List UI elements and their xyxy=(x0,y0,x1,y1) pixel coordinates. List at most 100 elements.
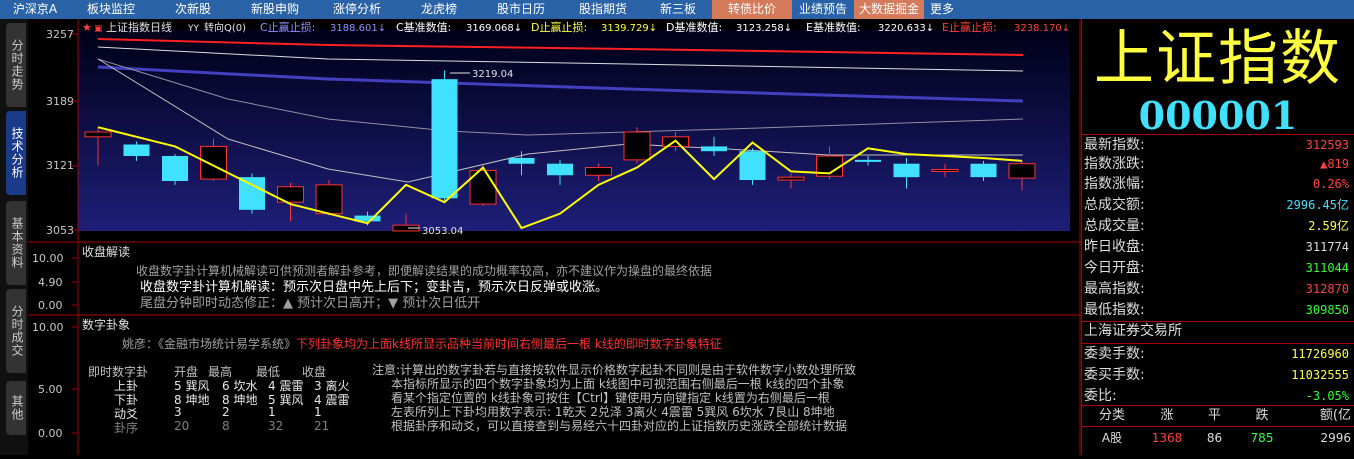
index-name: 上证指数 xyxy=(1094,24,1342,94)
side-tab-technical[interactable]: 技术分析 xyxy=(6,111,26,195)
candle-body xyxy=(162,156,188,181)
e-base-label: E基准数值: xyxy=(806,21,861,34)
row-high: 最高指数: 312870 xyxy=(1084,281,1349,297)
e-base-value: 3220.633↓ xyxy=(878,23,934,34)
tab-more[interactable]: 更多 xyxy=(924,0,960,19)
hexagram-notes: 注意:计算出的数字卦若与直接按软件显示价格数字起卦不同则是由于软件数字小数处理所… xyxy=(372,363,857,433)
panel2-source: 姚彦：《金融市场统计易学系统》 xyxy=(122,337,297,351)
candle-body xyxy=(970,163,997,178)
top-tab-bar: 沪深京A 板块监控 次新股 新股申购 涨停分析 龙虎榜 股市日历 股指期货 新三… xyxy=(0,0,1354,19)
row-open: 今日开盘: 311044 xyxy=(1084,260,1349,276)
candle-body xyxy=(777,176,805,181)
hexagram-table: 即时数字卦 开盘 最高 最低 收盘 上卦 5 巽风 6 坎水 4 震雷 3 离火… xyxy=(88,363,360,435)
tab-hushen[interactable]: 沪深京A xyxy=(0,0,70,19)
d-base-label: D基准数值: xyxy=(666,21,722,34)
hexagram-header: 即时数字卦 开盘 最高 最低 收盘 xyxy=(88,365,327,379)
p1-tick: 10.00 xyxy=(32,252,64,265)
e-stop-value: 3238.170↓ xyxy=(1014,23,1070,34)
candle-body xyxy=(431,79,458,199)
p2-tick: 0.00 xyxy=(38,427,63,440)
candle-body xyxy=(315,184,343,215)
row-change-pct: 指数涨幅: 0.26% xyxy=(1084,176,1349,192)
y-tick: 3189 xyxy=(46,95,74,108)
p2-tick: 5.00 xyxy=(38,383,63,396)
side-tab-fundamentals[interactable]: 基本资料 xyxy=(6,201,26,285)
chart-area[interactable]: 3257 3189 3121 3053 ★ ▣ 上证指数日线 YY 转向Q(0)… xyxy=(28,19,1081,455)
c-stop-label: C止赢止损: xyxy=(260,20,315,34)
tab-earnings[interactable]: 业绩预告 xyxy=(792,0,854,19)
hexagram-lower: 下卦 8 坤地 8 坤地 5 巽风 4 震雷 xyxy=(114,393,350,407)
tab-sub-new[interactable]: 次新股 xyxy=(152,0,234,19)
candle-body xyxy=(623,131,651,161)
candle-body xyxy=(123,144,150,157)
tab-calendar[interactable]: 股市日历 xyxy=(480,0,562,19)
side-tab-other[interactable]: 其他 xyxy=(6,381,26,435)
candle-body xyxy=(931,168,959,172)
breadth-header: 分类 涨 平 跌 额(亿 xyxy=(1098,408,1351,423)
chart-title: 上证指数日线 xyxy=(106,20,172,34)
row-ratio: 委比: -3.05% xyxy=(1084,388,1349,404)
high-label: 3219.04 xyxy=(472,69,513,80)
candle-body xyxy=(200,145,227,180)
panel2-red-note: 下列卦象均为上面k线所显示品种当前时间右侧最后一根 k线的即时数字卦象特征 xyxy=(296,337,722,351)
hexagram-moving-line: 动爻 3 2 1 1 xyxy=(114,405,322,421)
candle-body xyxy=(84,131,112,138)
row-latest: 最新指数: 312593 xyxy=(1084,137,1349,153)
panel1-title: 收盘解读 xyxy=(82,245,131,259)
breadth-row-a: A股 1368 86 785 2996 xyxy=(1101,431,1351,445)
candle-body xyxy=(701,146,727,152)
row-turnover: 总成交额: 2996.45亿 xyxy=(1084,197,1349,213)
hexagram-upper: 上卦 5 巽风 6 坎水 4 震雷 3 离火 xyxy=(114,379,350,393)
p1-tick: 4.90 xyxy=(38,276,63,289)
tab-dragon-tiger[interactable]: 龙虎榜 xyxy=(398,0,480,19)
tab-big-data[interactable]: 大数据掘金 xyxy=(854,0,924,19)
index-code: 000001 xyxy=(1138,93,1298,138)
low-label: 3053.04 xyxy=(422,226,463,237)
row-change: 指数涨跌: ▲819 xyxy=(1084,156,1349,172)
candle-body xyxy=(508,157,535,164)
p2-tick: 10.00 xyxy=(32,321,64,334)
candle-body xyxy=(239,177,265,210)
row-bid: 委买手数: 11032555 xyxy=(1084,367,1349,383)
c-stop-value: 3188.601↓ xyxy=(330,23,386,34)
d-base-value: 3123.258↓ xyxy=(736,23,792,34)
quote-panel: 上证指数 000001 最新指数: 312593 指数涨跌: ▲819 指数涨幅: 0… xyxy=(1081,19,1354,455)
row-prev-close: 昨日收盘: 311774 xyxy=(1084,239,1349,255)
d-stop-label: D止赢止损: xyxy=(531,20,587,34)
tab-ipo[interactable]: 新股申购 xyxy=(234,0,316,19)
chart-mode: 转向Q(0) xyxy=(204,21,246,34)
candle-body xyxy=(855,159,881,162)
d-stop-value: 3139.729↓ xyxy=(601,23,657,34)
chart-background xyxy=(78,29,1070,231)
left-side-tabs: 分时走势 技术分析 基本资料 分时成交 其他 xyxy=(0,19,28,455)
tab-futures[interactable]: 股指期货 xyxy=(562,0,644,19)
tab-limit-up[interactable]: 涨停分析 xyxy=(316,0,398,19)
c-base-value: 3169.068↓ xyxy=(466,23,522,34)
y-tick: 3053 xyxy=(46,224,74,237)
row-ask: 委卖手数: 11726960 xyxy=(1084,346,1349,362)
hexagram-order: 卦序 20 8 32 21 xyxy=(114,419,330,435)
side-tab-trades[interactable]: 分时成交 xyxy=(6,289,26,373)
chart-flag: YY xyxy=(187,24,199,34)
panel2-title: 数字卦象 xyxy=(82,318,131,332)
panel1-revision: 尾盘分钟即时动态修正：▲ 预计次日高开；▼ 预计次日低开 xyxy=(140,296,481,311)
zoom-icon[interactable]: ▣ xyxy=(94,24,103,34)
candle-body xyxy=(585,167,612,176)
exchange-name: 上海证券交易所 xyxy=(1084,323,1182,339)
row-volume: 总成交量: 2.59亿 xyxy=(1084,218,1349,234)
side-tab-intraday[interactable]: 分时走势 xyxy=(6,23,26,107)
tab-new-third-board[interactable]: 新三板 xyxy=(644,0,712,19)
y-tick: 3257 xyxy=(46,28,74,41)
candle-body xyxy=(1008,163,1036,179)
e-stop-label: E止赢止损: xyxy=(942,20,997,34)
candle-body xyxy=(739,151,766,181)
candle-body xyxy=(893,163,920,178)
candle-body xyxy=(547,163,573,176)
p1-tick: 0.00 xyxy=(38,299,63,312)
row-low: 最低指数: 309850 xyxy=(1084,302,1349,318)
chart-star-icon: ★ xyxy=(82,21,92,34)
c-base-label: C基准数值: xyxy=(396,21,451,34)
y-tick: 3121 xyxy=(46,159,74,172)
tab-convertible[interactable]: 转债比价 xyxy=(712,0,792,19)
tab-sector-monitor[interactable]: 板块监控 xyxy=(70,0,152,19)
